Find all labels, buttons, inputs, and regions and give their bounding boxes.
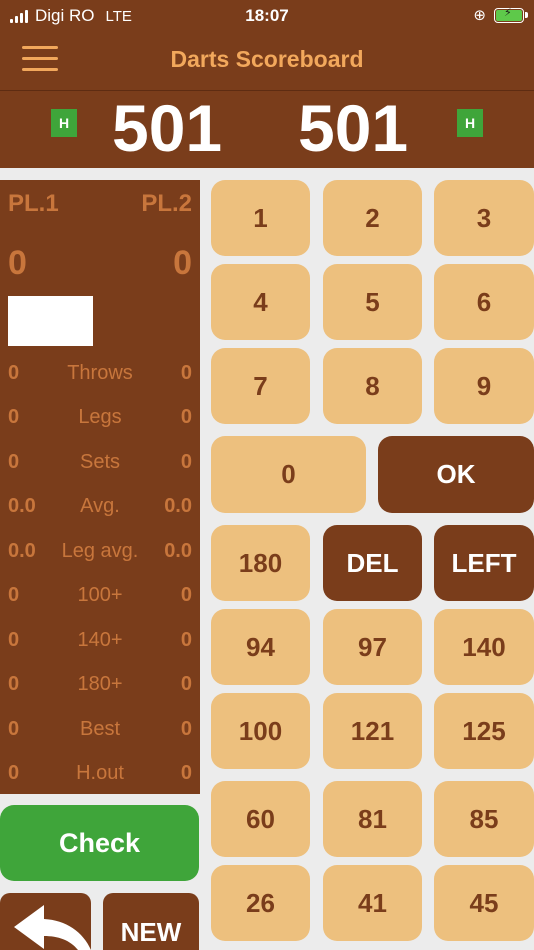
player1-label: PL.1	[8, 190, 59, 217]
stat-p2-value: 0	[180, 362, 192, 384]
stat-row-sets: 0 Sets 0	[0, 451, 200, 481]
input-display	[8, 296, 93, 346]
player2-total: 0	[173, 244, 192, 282]
stats-panel: PL.1 PL.2 0 0 0 Throws 0 0 Legs 0 0 Sets…	[0, 180, 200, 794]
check-button[interactable]: Check	[0, 805, 199, 881]
stat-label: 140+	[77, 629, 123, 651]
key-7[interactable]: 7	[211, 348, 310, 424]
quick-score-60[interactable]: 60	[211, 781, 310, 857]
key-5[interactable]: 5	[323, 264, 422, 340]
stat-label: H.out	[76, 762, 124, 784]
key-4[interactable]: 4	[211, 264, 310, 340]
stat-p2-value: 0	[180, 406, 192, 428]
quick-score-97[interactable]: 97	[323, 609, 422, 685]
nav-bar: Darts Scoreboard	[0, 32, 534, 90]
stat-row-throws: 0 Throws 0	[0, 362, 200, 392]
delete-button[interactable]: DEL	[323, 525, 422, 601]
new-game-button[interactable]: NEW	[103, 893, 199, 950]
quick-score-121[interactable]: 121	[323, 693, 422, 769]
key-3[interactable]: 3	[434, 180, 534, 256]
quick-score-140[interactable]: 140	[434, 609, 534, 685]
quick-score-81[interactable]: 81	[323, 781, 422, 857]
undo-button[interactable]	[0, 893, 91, 950]
stat-p2-value: 0.0	[164, 540, 192, 562]
stat-label: Sets	[79, 451, 121, 473]
key-0[interactable]: 0	[211, 436, 366, 513]
stat-p2-value: 0.0	[164, 495, 192, 517]
quick-score-41[interactable]: 41	[323, 865, 422, 941]
player2-badge: H	[457, 109, 483, 137]
player1-badge: H	[51, 109, 77, 137]
stat-row-180plus: 0 180+ 0	[0, 673, 200, 703]
page-title: Darts Scoreboard	[170, 46, 364, 72]
stat-p2-value: 0	[180, 451, 192, 473]
left-button[interactable]: LEFT	[434, 525, 534, 601]
undo-arrow-icon	[14, 905, 91, 950]
stat-row-leg-avg: 0.0 Leg avg. 0.0	[0, 540, 200, 570]
player1-total: 0	[8, 244, 27, 282]
stat-p2-value: 0	[180, 762, 192, 784]
player1-score: 501	[112, 91, 223, 165]
stat-p2-value: 0	[180, 673, 192, 695]
stat-p2-value: 0	[180, 584, 192, 606]
status-bar: Digi RO LTE 18:07 ⊕	[0, 0, 534, 32]
quick-score-100[interactable]: 100	[211, 693, 310, 769]
stat-row-legs: 0 Legs 0	[0, 406, 200, 436]
status-time: 18:07	[245, 6, 289, 25]
stat-p2-value: 0	[180, 629, 192, 651]
stat-label: 100+	[77, 584, 123, 606]
player2-label: PL.2	[141, 190, 192, 217]
stat-row-hout: 0 H.out 0	[0, 762, 200, 792]
battery-charging-icon	[494, 6, 528, 23]
quick-score-85[interactable]: 85	[434, 781, 534, 857]
stat-p2-value: 0	[180, 718, 192, 740]
key-1[interactable]: 1	[211, 180, 310, 256]
quick-score-26[interactable]: 26	[211, 865, 310, 941]
key-180[interactable]: 180	[211, 525, 310, 601]
status-right: ⊕	[473, 6, 528, 24]
stat-row-avg: 0.0 Avg. 0.0	[0, 495, 200, 525]
quick-score-94[interactable]: 94	[211, 609, 310, 685]
orientation-lock-icon: ⊕	[473, 7, 486, 24]
key-6[interactable]: 6	[434, 264, 534, 340]
quick-score-45[interactable]: 45	[434, 865, 534, 941]
stat-label: Best	[79, 718, 121, 740]
stat-label: 180+	[77, 673, 123, 695]
stat-row-best: 0 Best 0	[0, 718, 200, 748]
ok-button[interactable]: OK	[378, 436, 534, 513]
stat-row-140plus: 0 140+ 0	[0, 629, 200, 659]
stat-row-100plus: 0 100+ 0	[0, 584, 200, 614]
scoreboard: H 501 501 H	[0, 90, 534, 168]
quick-score-125[interactable]: 125	[434, 693, 534, 769]
key-9[interactable]: 9	[434, 348, 534, 424]
key-2[interactable]: 2	[323, 180, 422, 256]
stat-label: Throws	[67, 362, 133, 384]
key-8[interactable]: 8	[323, 348, 422, 424]
player2-score: 501	[298, 91, 409, 165]
stat-label: Legs	[78, 406, 122, 428]
